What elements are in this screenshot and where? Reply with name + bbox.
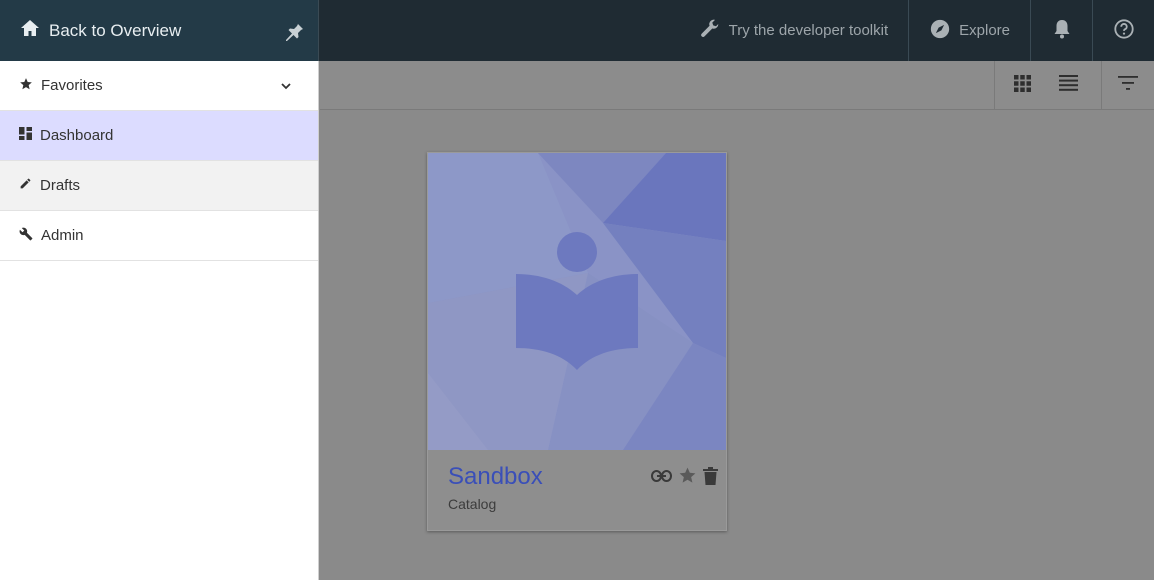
star-icon[interactable] xyxy=(678,466,697,485)
sidebar: Favorites Dashboard Drafts Admin xyxy=(0,61,319,580)
back-to-overview-label: Back to Overview xyxy=(49,20,182,40)
delete-icon[interactable] xyxy=(703,466,718,485)
pencil-icon xyxy=(19,177,40,194)
list-view-button[interactable] xyxy=(1049,61,1087,110)
sidebar-item-label: Admin xyxy=(41,227,84,244)
wrench-icon xyxy=(19,227,41,245)
view-toggle-group xyxy=(994,61,1154,110)
wrench-icon xyxy=(699,18,729,44)
explore-label: Explore xyxy=(959,22,1010,39)
sidebar-item-label: Drafts xyxy=(40,177,81,194)
view-toolbar xyxy=(320,61,1154,110)
card-thumbnail xyxy=(428,153,726,450)
help-icon xyxy=(1113,18,1135,44)
sidebar-item-label: Dashboard xyxy=(40,127,114,144)
pin-icon[interactable] xyxy=(282,19,306,43)
catalog-card[interactable]: Sandbox Catalog xyxy=(427,152,727,531)
card-body: Sandbox Catalog xyxy=(428,450,726,530)
star-icon xyxy=(19,77,41,95)
chevron-down-icon[interactable] xyxy=(280,79,300,96)
filter-icon xyxy=(1118,76,1138,95)
list-view-icon xyxy=(1058,75,1078,96)
card-title[interactable]: Sandbox xyxy=(448,463,543,491)
main-content: Sandbox Catalog xyxy=(320,61,1154,580)
sidebar-item-dashboard[interactable]: Dashboard xyxy=(0,111,318,161)
developer-toolkit-link[interactable]: Try the developer toolkit xyxy=(679,0,909,61)
home-icon xyxy=(20,19,49,42)
link-icon[interactable] xyxy=(651,469,672,482)
compass-icon xyxy=(929,18,959,44)
grid-view-icon xyxy=(1013,74,1031,97)
dashboard-icon xyxy=(19,127,40,144)
explore-button[interactable]: Explore xyxy=(908,0,1030,61)
sidebar-item-drafts[interactable]: Drafts xyxy=(0,161,318,211)
back-to-overview-link[interactable]: Back to Overview xyxy=(0,0,181,61)
sidebar-item-favorites[interactable]: Favorites xyxy=(0,61,318,111)
sidebar-item-admin[interactable]: Admin xyxy=(0,211,318,261)
grid-view-button[interactable] xyxy=(994,61,1049,110)
card-subtitle: Catalog xyxy=(448,496,497,512)
sidebar-item-label: Favorites xyxy=(41,77,103,94)
top-left-panel: Back to Overview xyxy=(0,0,319,61)
card-actions xyxy=(645,466,718,485)
notifications-button[interactable] xyxy=(1030,0,1092,61)
catalog-thumbnail-graphic xyxy=(428,153,726,450)
filter-button[interactable] xyxy=(1102,61,1154,110)
help-button[interactable] xyxy=(1092,0,1154,61)
bell-icon xyxy=(1053,19,1071,43)
top-right-actions: Try the developer toolkit Explore xyxy=(679,0,1154,61)
top-bar: Back to Overview Try the developer toolk… xyxy=(0,0,1154,61)
developer-toolkit-label: Try the developer toolkit xyxy=(728,22,889,39)
